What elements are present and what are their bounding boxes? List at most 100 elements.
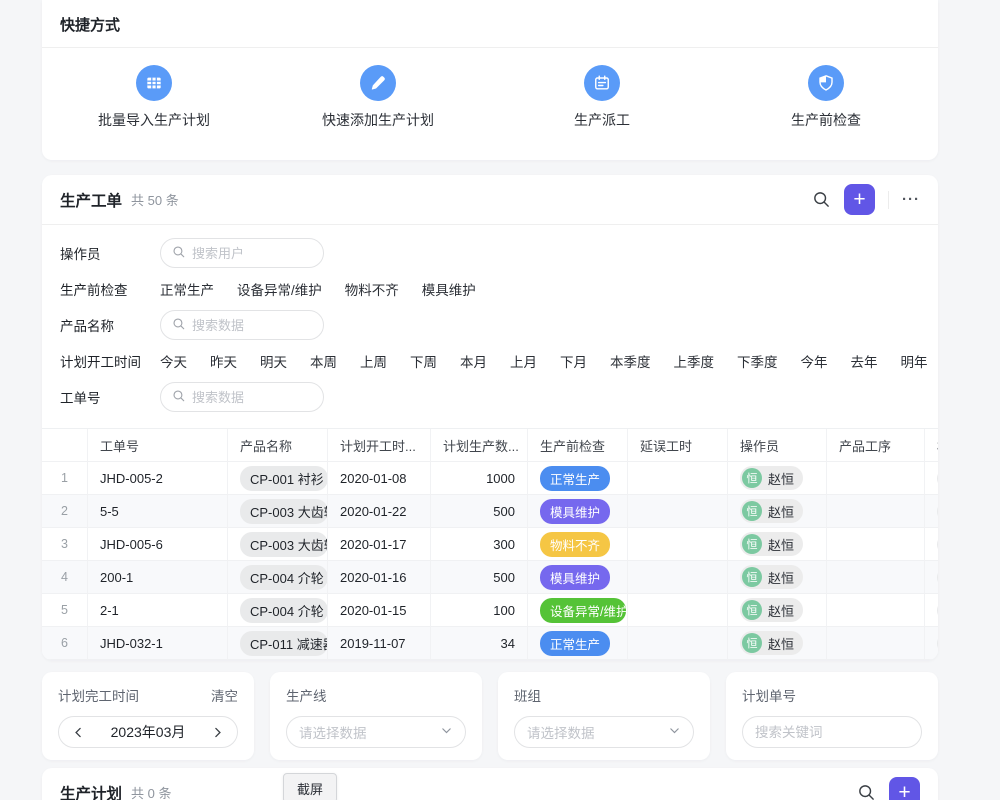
column-header[interactable]: 计划生产数... xyxy=(431,429,528,462)
filter-option[interactable]: 下周 xyxy=(410,351,437,371)
cell-operator: 恒赵恒 xyxy=(728,495,827,528)
add-record-button[interactable]: + xyxy=(844,184,875,215)
filter-search-field[interactable] xyxy=(192,390,312,405)
pencil-icon xyxy=(360,65,396,101)
keyword-input[interactable] xyxy=(742,716,922,748)
clipped-tag xyxy=(937,633,938,654)
production-plan-header: 生产计划 共 0 条 + xyxy=(42,768,938,800)
clear-filter-link[interactable]: 清空 xyxy=(211,685,238,705)
filter-option[interactable]: 明年 xyxy=(901,351,928,371)
row-number: 2 xyxy=(61,504,68,518)
filter-search-field[interactable] xyxy=(192,246,312,261)
cell-check-status: 物料不齐 xyxy=(528,528,628,561)
filter-option[interactable]: 明天 xyxy=(260,351,287,371)
cell-delay-hours xyxy=(628,627,728,660)
filter-option[interactable]: 今年 xyxy=(801,351,828,371)
operator-name: 赵恒 xyxy=(768,634,794,653)
filter-option[interactable]: 模具维护 xyxy=(422,279,476,299)
search-icon xyxy=(172,317,186,334)
cell-check-status: 正常生产 xyxy=(528,627,628,660)
operator-tag: 恒赵恒 xyxy=(740,631,803,655)
cell-start-date: 2020-01-16 xyxy=(328,561,431,594)
table-row[interactable]: 25-5CP-003 大齿轮2020-01-22500模具维护恒赵恒 xyxy=(42,495,938,528)
column-header[interactable]: 产品工序 xyxy=(827,429,925,462)
column-header[interactable] xyxy=(42,429,88,462)
keyword-field[interactable] xyxy=(755,725,909,740)
column-header[interactable]: 机台 xyxy=(925,429,938,462)
add-record-button[interactable]: + xyxy=(889,777,920,800)
status-badge: 模具维护 xyxy=(540,565,610,590)
filter-option[interactable]: 物料不齐 xyxy=(345,279,399,299)
column-header[interactable]: 工单号 xyxy=(88,429,228,462)
filter-option[interactable]: 昨天 xyxy=(210,351,237,371)
filter-option[interactable]: 今天 xyxy=(160,351,187,371)
filter-search-input[interactable] xyxy=(160,382,324,412)
filter-card-label: 生产线 xyxy=(286,685,327,705)
status-badge: 物料不齐 xyxy=(540,532,610,557)
filter-card-header: 计划完工时间清空 xyxy=(58,685,238,705)
column-header[interactable]: 生产前检查 xyxy=(528,429,628,462)
filter-row: 操作员 xyxy=(60,234,920,272)
avatar: 恒 xyxy=(742,567,762,587)
shortcut-item-4[interactable]: 生产前检查 xyxy=(714,65,938,130)
shortcut-item-3[interactable]: 生产派工 xyxy=(490,65,714,130)
cell-product: CP-011 减速器 xyxy=(228,627,328,660)
filter-row: 产品名称 xyxy=(60,306,920,344)
filter-option[interactable]: 本周 xyxy=(310,351,337,371)
filter-option[interactable]: 上季度 xyxy=(674,351,715,371)
table-row[interactable]: 3JHD-005-6CP-003 大齿轮2020-01-17300物料不齐恒赵恒 xyxy=(42,528,938,561)
cell-product: CP-003 大齿轮 xyxy=(228,495,328,528)
shortcut-label: 生产前检查 xyxy=(791,110,861,130)
column-header[interactable]: 产品名称 xyxy=(228,429,328,462)
table-row[interactable]: 52-1CP-004 介轮2020-01-15100设备异常/维护恒赵恒 xyxy=(42,594,938,627)
row-number-cell: 6 xyxy=(42,627,88,660)
filter-option[interactable]: 去年 xyxy=(851,351,878,371)
filter-option[interactable]: 上月 xyxy=(510,351,537,371)
toolbar-divider xyxy=(888,191,889,209)
row-number-cell: 1 xyxy=(42,462,88,495)
cell-quantity: 500 xyxy=(431,495,528,528)
shortcut-label: 快速添加生产计划 xyxy=(322,110,434,130)
filter-search-input[interactable] xyxy=(160,238,324,268)
cell-quantity: 34 xyxy=(431,627,528,660)
search-icon[interactable] xyxy=(812,190,831,209)
select-dropdown[interactable]: 请选择数据 xyxy=(286,716,466,748)
cell-delay-hours xyxy=(628,594,728,627)
filter-option[interactable]: 本月 xyxy=(460,351,487,371)
filter-card-label: 班组 xyxy=(514,685,541,705)
filter-option[interactable]: 设备异常/维护 xyxy=(237,279,322,299)
select-dropdown[interactable]: 请选择数据 xyxy=(514,716,694,748)
more-menu-icon[interactable]: ··· xyxy=(902,191,920,208)
filter-option[interactable]: 下季度 xyxy=(737,351,778,371)
column-header[interactable]: 计划开工时... xyxy=(328,429,431,462)
filter-row: 生产前检查正常生产设备异常/维护物料不齐模具维护 xyxy=(60,272,920,306)
next-month-button[interactable] xyxy=(211,726,224,739)
table-row[interactable]: 6JHD-032-1CP-011 减速器2019-11-0734正常生产恒赵恒 xyxy=(42,627,938,660)
cell-machine xyxy=(925,495,938,528)
prev-month-button[interactable] xyxy=(72,726,85,739)
cell-order-no: 5-5 xyxy=(88,495,228,528)
cell-start-date: 2019-11-07 xyxy=(328,627,431,660)
shortcuts-list: 批量导入生产计划快速添加生产计划 生产派工生产前检查 xyxy=(42,48,938,130)
row-number: 5 xyxy=(61,603,68,617)
clipped-tag xyxy=(937,468,938,489)
filter-option[interactable]: 正常生产 xyxy=(160,279,214,299)
filter-search-input[interactable] xyxy=(160,310,324,340)
shortcut-item-2[interactable]: 快速添加生产计划 xyxy=(266,65,490,130)
table-row[interactable]: 4200-1CP-004 介轮2020-01-16500模具维护恒赵恒 xyxy=(42,561,938,594)
screenshot-button[interactable]: 截屏 xyxy=(283,773,337,800)
avatar: 恒 xyxy=(742,501,762,521)
search-icon[interactable] xyxy=(857,783,876,800)
column-header[interactable]: 操作员 xyxy=(728,429,827,462)
filter-option[interactable]: 上周 xyxy=(360,351,387,371)
table-row[interactable]: 1JHD-005-2CP-001 衬衫2020-01-081000正常生产恒赵恒 xyxy=(42,462,938,495)
filter-option[interactable]: 下月 xyxy=(560,351,587,371)
clipped-tag xyxy=(937,567,938,588)
filter-option[interactable]: 本季度 xyxy=(610,351,651,371)
column-header[interactable]: 延误工时 xyxy=(628,429,728,462)
cell-process xyxy=(827,561,925,594)
table-header-row: 工单号产品名称计划开工时...计划生产数...生产前检查延误工时操作员产品工序机… xyxy=(42,429,938,462)
cell-start-date: 2020-01-22 xyxy=(328,495,431,528)
filter-search-field[interactable] xyxy=(192,318,312,333)
shortcut-item-1[interactable]: 批量导入生产计划 xyxy=(42,65,266,130)
